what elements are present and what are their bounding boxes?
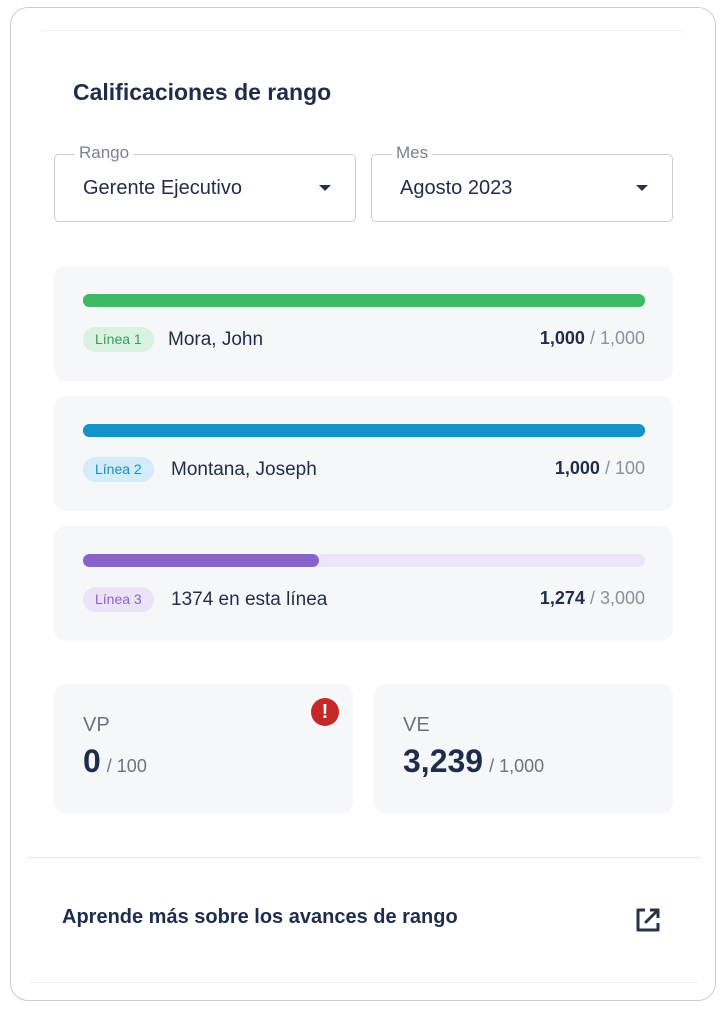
vp-target: / 100 [106,756,147,776]
line-target: 3,000 [599,588,645,608]
progress-fill [83,424,645,437]
external-link-icon[interactable] [632,904,664,936]
mes-select[interactable]: Mes Agosto 2023 [371,143,673,222]
rango-select-value: Gerente Ejecutivo [83,177,242,199]
line-separator: / [584,328,600,348]
line-leader-name: 1374 en esta línea [171,589,328,610]
line-separator: / [599,458,615,478]
line-card-2: Línea 2 Montana, Joseph 1,000 / 100 [54,396,673,511]
chevron-down-icon [636,185,648,191]
line-badge: Línea 1 [83,327,154,352]
progress-track [83,424,645,437]
line-volume: 1,000 / 1,000 [540,328,645,349]
card-top-edge [39,30,687,37]
card-title: Calificaciones de rango [73,79,332,105]
vp-value: 0 [83,743,101,779]
ve-value-row: 3,239/ 1,000 [403,743,544,780]
ve-metric-card: VE 3,239/ 1,000 [374,684,673,814]
progress-track [83,554,645,567]
vp-metric-card: VP ! 0/ 100 [54,684,353,814]
line-badge: Línea 2 [83,457,154,482]
progress-fill [83,554,320,567]
line-leader-name: Montana, Joseph [171,459,317,480]
ve-label: VE [403,714,430,736]
line-target: 1,000 [599,328,645,348]
ve-target: / 1,000 [489,756,545,776]
line-target: 100 [614,458,645,478]
line-card-1: Línea 1 Mora, John 1,000 / 1,000 [54,266,673,381]
alert-icon[interactable]: ! [311,698,339,726]
line-card-3: Línea 3 1374 en esta línea 1,274 / 3,000 [54,526,673,641]
rango-select-label: Rango [75,143,134,163]
line-current: 1,274 [539,588,585,608]
mes-select-value: Agosto 2023 [400,177,513,199]
line-current: 1,000 [554,458,600,478]
line-current: 1,000 [539,328,585,348]
line-separator: / [584,588,600,608]
line-badge: Línea 3 [83,587,154,612]
progress-track [83,294,645,307]
card-bottom-edge [28,976,700,983]
vp-value-row: 0/ 100 [83,743,147,780]
mes-select-label: Mes [392,143,433,163]
progress-fill [83,294,645,307]
line-leader-name: Mora, John [168,329,264,350]
rango-select[interactable]: Rango Gerente Ejecutivo [54,143,356,222]
chevron-down-icon [319,185,331,191]
ve-value: 3,239 [403,743,484,779]
line-volume: 1,000 / 100 [555,458,645,479]
divider [28,857,700,858]
learn-more-link[interactable]: Aprende más sobre los avances de rango [62,906,458,929]
line-volume: 1,274 / 3,000 [540,588,645,609]
vp-label: VP [83,714,110,736]
